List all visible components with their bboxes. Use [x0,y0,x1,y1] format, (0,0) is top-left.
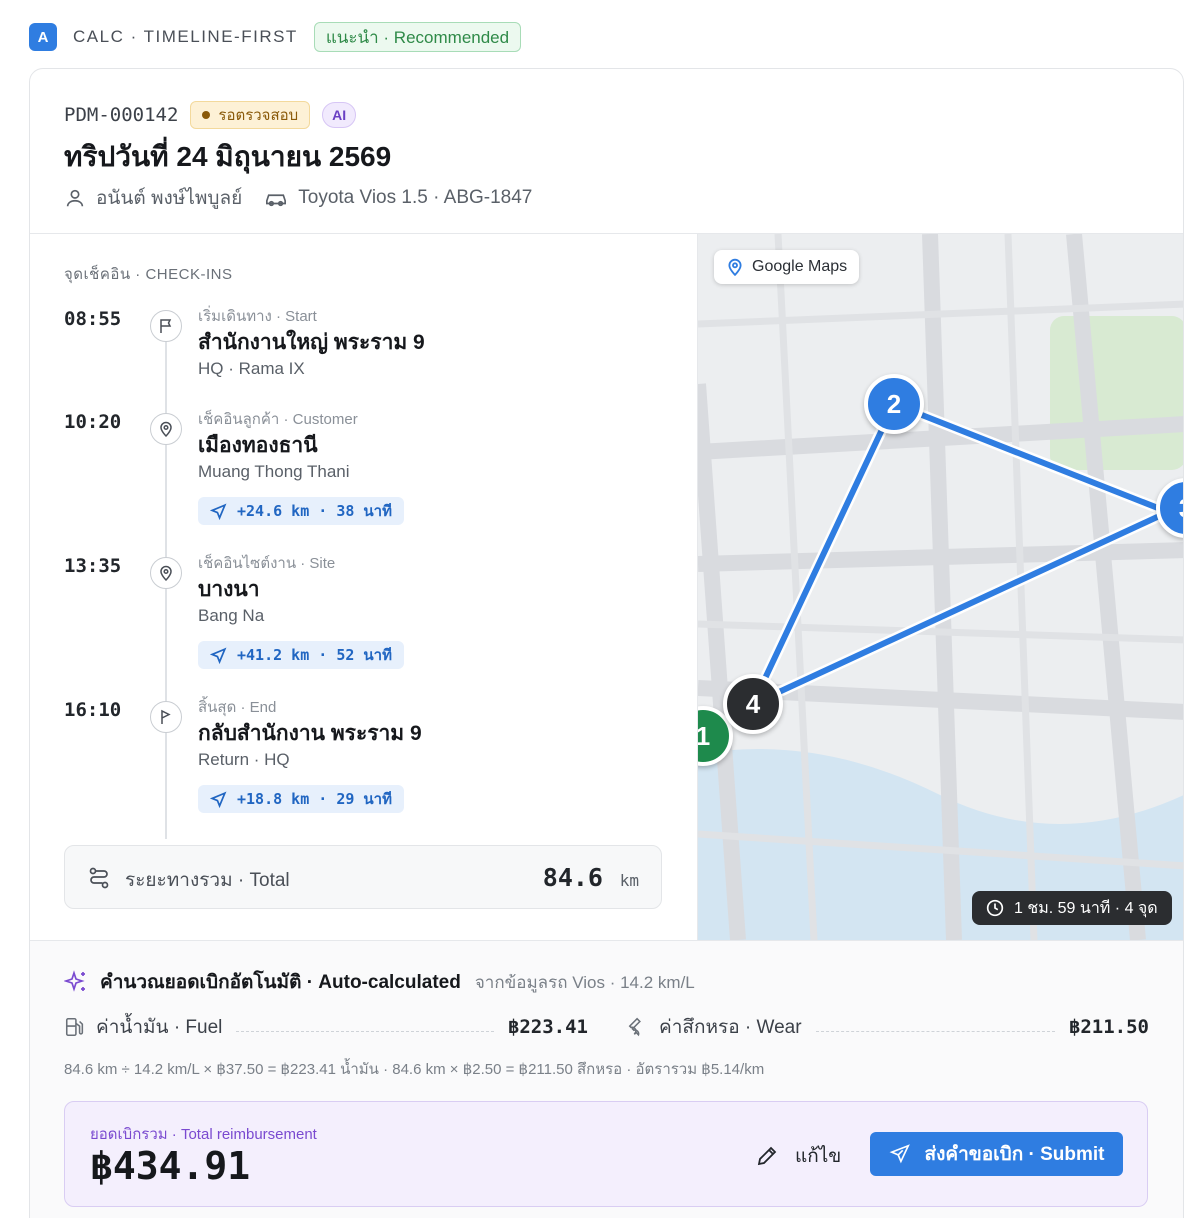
reimbursement-box: ยอดเบิกรวม · Total reimbursement ฿434.91… [64,1101,1148,1207]
stop-name: สำนักงานใหญ่ พระราม 9 [198,331,425,354]
stop-kind: เช็คอินไซต์งาน · Site [198,555,336,572]
clock-icon [986,899,1004,917]
leg-distance-chip: +18.8 km · 29 นาที [198,785,404,813]
calc-source: จากข้อมูลรถ Vios · 14.2 km/L [474,972,695,992]
checkins-timeline: จุดเช็คอิน · CHECK-INS 08:55 เริ่มเดินทา… [30,234,697,940]
status-label: รอตรวจสอบ [218,107,299,124]
google-maps-button[interactable]: Google Maps [714,250,860,284]
total-distance-box: ระยะทางรวม · Total 84.6 km [64,845,662,909]
stop-name: บางนา [198,578,260,601]
stop-time: 16:10 [64,699,122,721]
stop-subtitle: HQ · Rama IX [198,359,305,378]
user-icon [66,189,84,207]
stop-name: เมืองทองธานี [198,434,318,457]
stop-kind: เช็คอินลูกค้า · Customer [198,411,358,428]
stop-time: 13:35 [64,555,122,577]
route-icon [89,867,109,889]
duration-label: 1 ชม. 59 นาที · 4 จุด [1014,899,1158,917]
location-pin-icon [150,413,182,445]
stop-kind: เริ่มเดินทาง · Start [198,308,317,325]
wrench-icon [628,1017,641,1037]
section-label: จุดเช็คอิน · CHECK-INS [64,266,233,283]
total-distance-unit: km [619,871,639,890]
ai-badge: AI [322,102,357,128]
navigation-icon [210,647,227,664]
navigation-icon [210,503,227,520]
submit-button[interactable]: ส่งคำขอเบิก · Submit [870,1132,1123,1176]
flag-icon [150,310,182,342]
employee-name: อนันต์ พงษ์ไพบูลย์ [96,188,243,209]
edit-label: แก้ไข [795,1146,842,1167]
map-background [698,234,1183,940]
leg-distance: +41.2 km · 52 นาที [237,646,392,664]
leg-distance-chip: +24.6 km · 38 นาที [198,497,404,525]
reimbursement-label: ยอดเบิกรวม · Total reimbursement [90,1126,317,1143]
stop-subtitle: Return · HQ [198,750,290,769]
pencil-icon [757,1146,777,1166]
route-map[interactable]: Google Maps 1 2 3 4 1 ชม. 59 นาที · 4 จุ… [697,234,1183,940]
wear-cost-value: ฿211.50 [1068,1016,1149,1038]
total-distance-label: ระยะทางรวม · Total [125,870,290,891]
variant-bar: A CALC · TIMELINE-FIRST แนะนำ · Recommen… [29,22,522,52]
vehicle-info: Toyota Vios 1.5 · ABG-1847 [298,187,533,208]
recommended-badge: แนะนำ · Recommended [313,22,522,52]
map-marker-stop[interactable]: 2 [864,374,924,434]
submit-label: ส่งคำขอเบิก · Submit [924,1144,1105,1165]
status-dot [202,111,211,119]
car-icon [266,194,287,207]
status-badge: รอตรวจสอบ [190,101,311,129]
reimbursement-amount: ฿434.91 [90,1144,251,1188]
stop-subtitle: Muang Thong Thani [198,462,350,481]
trip-header: PDM-000142 รอตรวจสอบ AI ทริปวันที่ 24 มิ… [30,69,1183,234]
fuel-cost-label: ค่าน้ำมัน · Fuel [96,1017,223,1038]
page-title: ทริปวันที่ 24 มิถุนายน 2569 [64,141,392,172]
edit-button[interactable]: แก้ไข [755,1138,841,1174]
location-pin-icon [728,258,742,276]
stop-subtitle: Bang Na [198,606,265,625]
trip-card: PDM-000142 รอตรวจสอบ AI ทริปวันที่ 24 มิ… [29,68,1184,1218]
total-distance-value: 84.6 [542,863,603,892]
calc-formula: 84.6 km ÷ 14.2 km/L × ฿37.50 = ฿223.41 น… [64,1061,765,1078]
auto-calc-section: คำนวณยอดเบิกอัตโนมัติ · Auto-calculated … [30,940,1183,1218]
calc-title: คำนวณยอดเบิกอัตโนมัติ · Auto-calculated [100,972,461,993]
document-id: PDM-000142 [64,104,179,126]
variant-badge: A [29,23,57,51]
stop-time: 08:55 [64,308,122,330]
end-flag-icon [150,701,182,733]
variant-name: CALC · TIMELINE-FIRST [73,27,298,46]
fuel-pump-icon [65,1017,84,1037]
leg-distance: +24.6 km · 38 นาที [237,502,392,520]
sparkles-icon [64,970,85,992]
trip-meta: อนันต์ พงษ์ไพบูลย์ Toyota Vios 1.5 · ABG… [64,183,532,213]
navigation-icon [210,791,227,808]
google-maps-label: Google Maps [752,258,848,275]
location-pin-icon [150,557,182,589]
duration-chip: 1 ชม. 59 นาที · 4 จุด [972,891,1172,925]
leg-distance-chip: +41.2 km · 52 นาที [198,641,404,669]
fuel-cost-row: ค่าน้ำมัน · Fuel ฿223.41 [64,1012,588,1042]
wear-cost-label: ค่าสึกหรอ · Wear [659,1017,802,1038]
leg-distance: +18.8 km · 29 นาที [237,790,392,808]
stop-kind: สิ้นสุด · End [198,699,277,716]
stop-name: กลับสำนักงาน พระราม 9 [198,722,422,745]
stop-time: 10:20 [64,411,122,433]
send-icon [889,1144,910,1164]
map-marker-end[interactable]: 4 [723,674,783,734]
wear-cost-row: ค่าสึกหรอ · Wear ฿211.50 [627,1012,1149,1042]
fuel-cost-value: ฿223.41 [507,1016,588,1038]
